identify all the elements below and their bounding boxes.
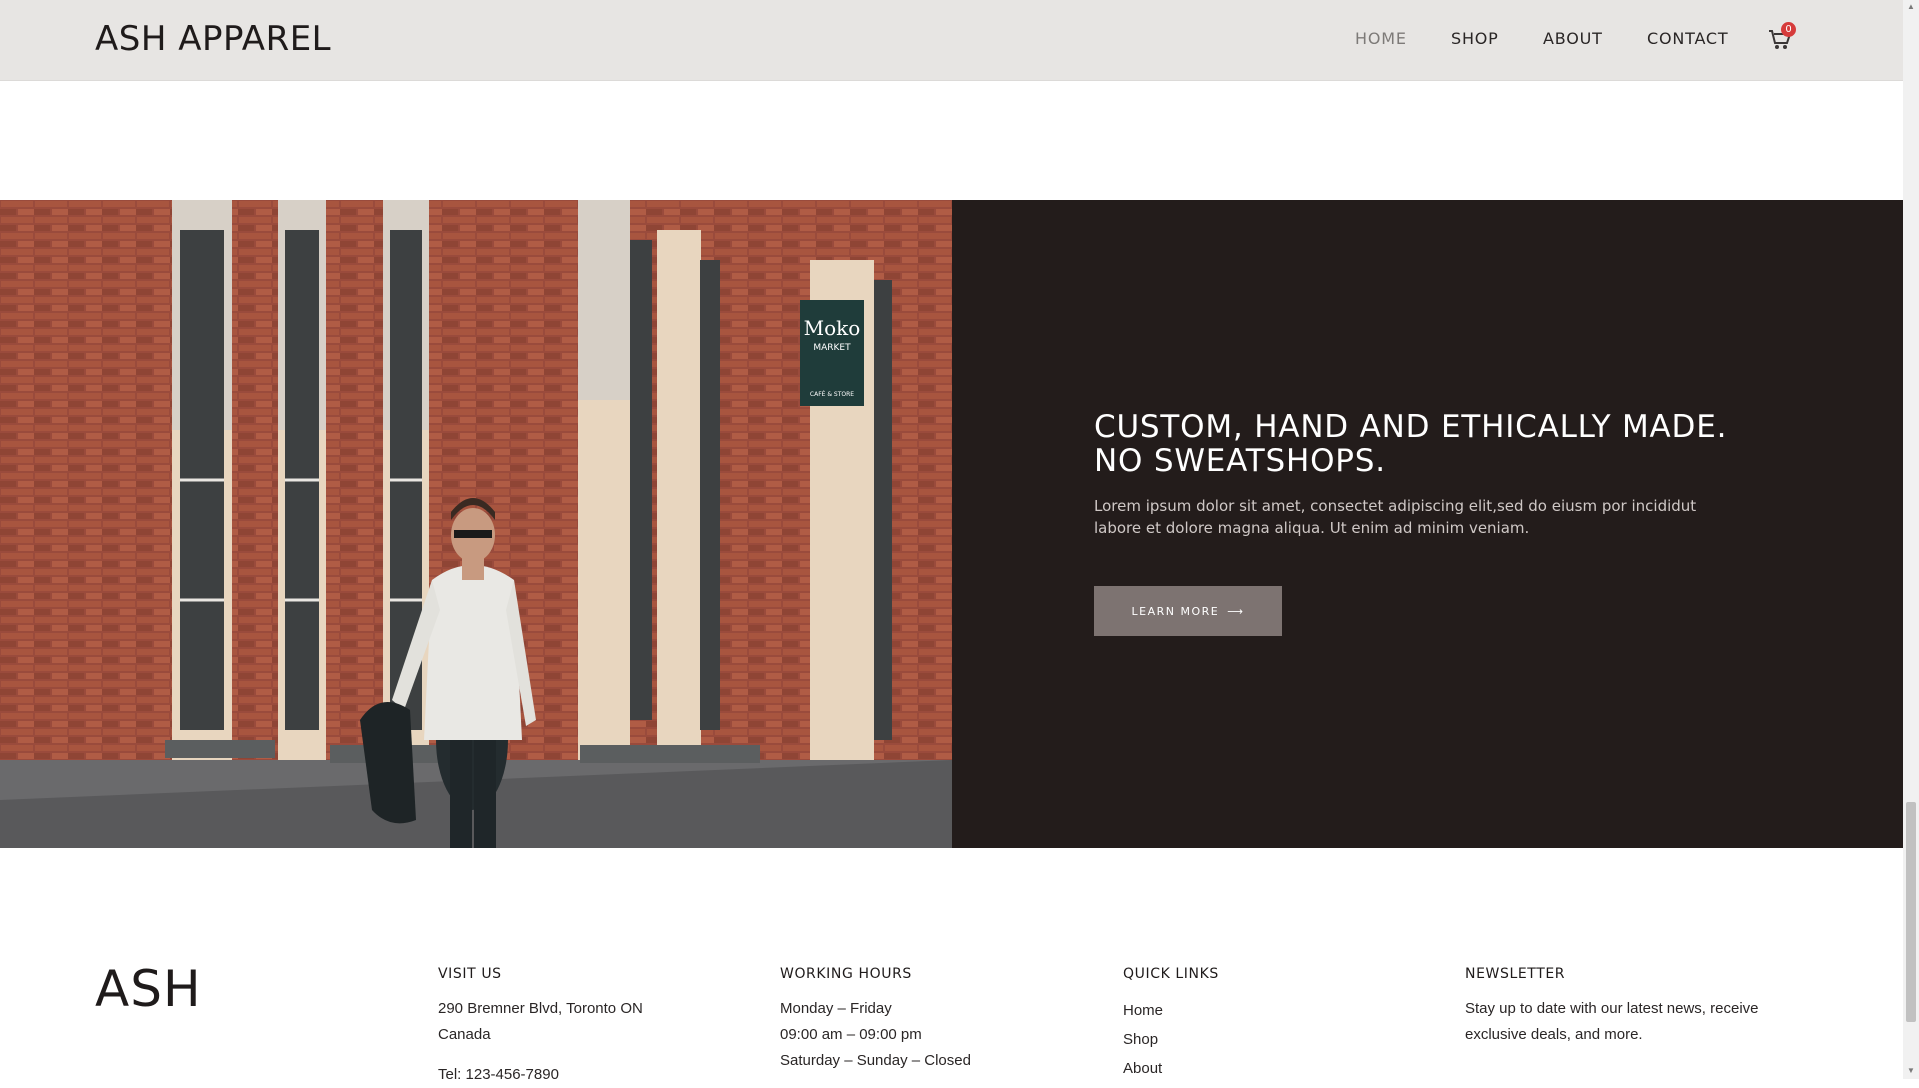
hero-heading-line2: NO SWEATSHOPS. (1094, 443, 1386, 479)
footer-visit-us: VISIT US 290 Bremner Blvd, Toronto ON Ca… (438, 966, 643, 1088)
page-scrollbar[interactable]: ▲ ▼ (1903, 0, 1919, 1079)
nav-about[interactable]: ABOUT (1543, 29, 1603, 48)
sign-market: MARKET (813, 343, 851, 353)
visit-heading: VISIT US (438, 966, 502, 982)
hero-heading: CUSTOM, HAND AND ETHICALLY MADE. NO SWEA… (1094, 410, 1814, 478)
quick-links-heading: QUICK LINKS (1123, 966, 1219, 982)
hero-image: Moko MARKET CAFÉ & STORE (0, 200, 952, 848)
footer-logo[interactable]: ASH (95, 960, 202, 1018)
newsletter-text-line1: Stay up to date with our latest news, re… (1465, 1000, 1759, 1017)
scroll-up-icon[interactable]: ▲ (1906, 2, 1916, 12)
footer-working-hours: WORKING HOURS Monday – Friday 09:00 am –… (780, 966, 971, 1074)
footer-link-home[interactable]: Home (1123, 996, 1219, 1025)
newsletter-heading: NEWSLETTER (1465, 966, 1566, 982)
sign-cafe: CAFÉ & STORE (810, 390, 854, 398)
nav-shop[interactable]: SHOP (1451, 29, 1499, 48)
cart-count-badge: 0 (1781, 22, 1796, 37)
address-line2: Canada (438, 1026, 491, 1043)
address-line1: 290 Bremner Blvd, Toronto ON (438, 1000, 643, 1017)
nav-contact[interactable]: CONTACT (1647, 29, 1728, 48)
site-header: ASH APPAREL HOME SHOP ABOUT CONTACT 0 (0, 0, 1903, 81)
arrow-right-icon: ⟶ (1227, 604, 1245, 618)
footer-quick-links: QUICK LINKS Home Shop About (1123, 966, 1219, 1083)
newsletter-text-line2: exclusive deals, and more. (1465, 1026, 1643, 1043)
footer-newsletter: NEWSLETTER Stay up to date with our late… (1465, 966, 1759, 1048)
hours-line2: 09:00 am – 09:00 pm (780, 1026, 922, 1043)
learn-more-button[interactable]: LEARN MORE ⟶ (1094, 586, 1282, 636)
learn-more-label: LEARN MORE (1131, 604, 1220, 618)
hero-heading-line1: CUSTOM, HAND AND ETHICALLY MADE. (1094, 409, 1728, 445)
scroll-down-icon[interactable]: ▼ (1906, 1066, 1916, 1076)
scrollbar-thumb[interactable] (1906, 802, 1916, 1022)
sign-name: Moko (804, 316, 861, 340)
nav-home[interactable]: HOME (1355, 29, 1407, 48)
hours-heading: WORKING HOURS (780, 966, 912, 982)
hours-line1: Monday – Friday (780, 1000, 892, 1017)
site-logo[interactable]: ASH APPAREL (95, 19, 331, 59)
hours-line3: Saturday – Sunday – Closed (780, 1052, 971, 1069)
telephone: Tel: 123-456-7890 (438, 1066, 559, 1083)
footer-link-shop[interactable]: Shop (1123, 1025, 1219, 1054)
hero-description: Lorem ipsum dolor sit amet, consectet ad… (1094, 497, 1697, 537)
